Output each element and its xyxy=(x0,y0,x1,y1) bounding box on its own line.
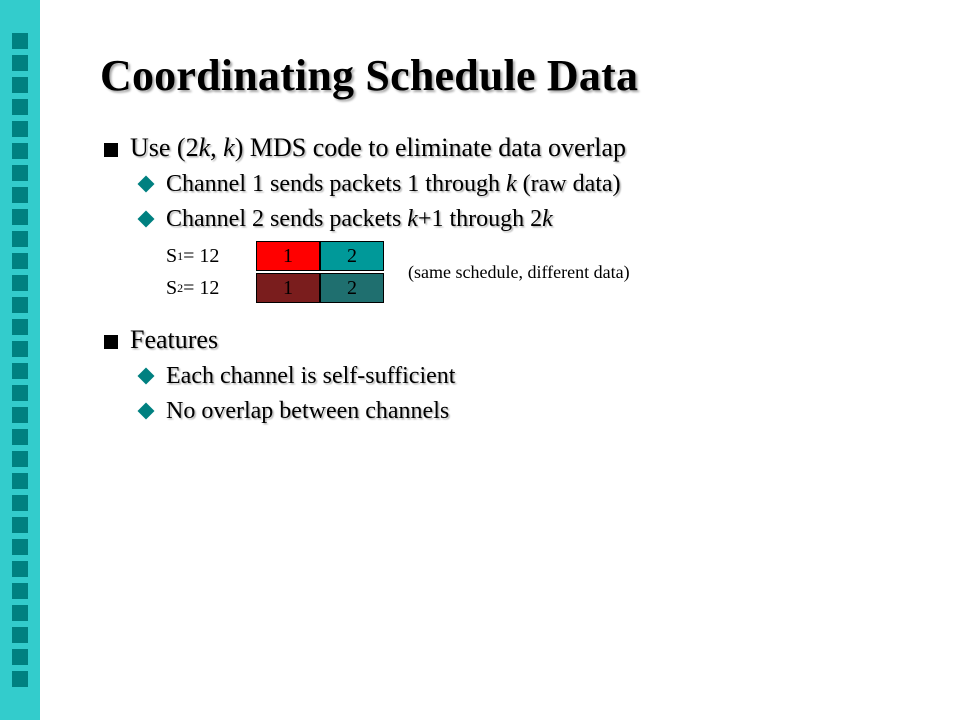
decorative-sidebar xyxy=(0,0,40,720)
sidebar-square xyxy=(12,627,28,643)
sidebar-square xyxy=(12,209,28,225)
sidebar-square xyxy=(12,187,28,203)
cell-s1-2: 2 xyxy=(320,241,384,271)
cell-s2-1: 1 xyxy=(256,273,320,303)
sidebar-square xyxy=(12,451,28,467)
sidebar-square xyxy=(12,495,28,511)
cell-s2-2: 2 xyxy=(320,273,384,303)
text: (raw data) xyxy=(517,171,621,197)
sidebar-square xyxy=(12,517,28,533)
sidebar-square xyxy=(12,385,28,401)
var-k: k xyxy=(407,206,418,232)
text: Features xyxy=(130,325,218,354)
sub-no-overlap: No overlap between channels xyxy=(138,398,920,425)
text: Use (2 xyxy=(130,133,199,162)
sidebar-square xyxy=(12,583,28,599)
sidebar-square xyxy=(12,165,28,181)
text: = 12 xyxy=(183,277,219,300)
sidebar-square xyxy=(12,407,28,423)
sidebar-square xyxy=(12,649,28,665)
sub-list: Each channel is self-sufficient No overl… xyxy=(138,363,920,425)
text: Channel 2 sends packets xyxy=(166,206,407,232)
sidebar-square xyxy=(12,253,28,269)
slide-body: Coordinating Schedule Data Use (2k, k) M… xyxy=(40,0,960,720)
var-k: k xyxy=(223,133,235,162)
s2-label: S2 = 12 xyxy=(166,273,256,303)
slide-title: Coordinating Schedule Data xyxy=(100,50,920,101)
text: S xyxy=(166,245,177,268)
sidebar-square xyxy=(12,143,28,159)
sidebar-square xyxy=(12,671,28,687)
sidebar-square xyxy=(12,429,28,445)
text: S xyxy=(166,277,177,300)
sidebar-square xyxy=(12,55,28,71)
sidebar-square xyxy=(12,99,28,115)
sub-list: Channel 1 sends packets 1 through k (raw… xyxy=(138,171,920,233)
bullet-features: Features Each channel is self-sufficient… xyxy=(100,325,920,425)
sidebar-square xyxy=(12,473,28,489)
text: ) MDS code to eliminate data overlap xyxy=(235,133,626,162)
schedule-diagram: S1 = 12 1 2 (same schedule, different da… xyxy=(166,241,920,303)
sidebar-square xyxy=(12,297,28,313)
diagram-note: (same schedule, different data) xyxy=(384,241,920,303)
cell-s1-1: 1 xyxy=(256,241,320,271)
var-k: k xyxy=(199,133,211,162)
sidebar-square xyxy=(12,319,28,335)
sidebar-square xyxy=(12,539,28,555)
text: +1 through 2 xyxy=(418,206,542,232)
sidebar-square xyxy=(12,341,28,357)
sidebar-square xyxy=(12,561,28,577)
var-k: k xyxy=(542,206,553,232)
var-k: k xyxy=(506,171,517,197)
sub-channel2: Channel 2 sends packets k+1 through 2k xyxy=(138,206,920,233)
sidebar-square xyxy=(12,33,28,49)
text: = 12 xyxy=(183,245,219,268)
text: Channel 1 sends packets 1 through xyxy=(166,171,506,197)
sidebar-square xyxy=(12,363,28,379)
sub-self-sufficient: Each channel is self-sufficient xyxy=(138,363,920,390)
sub-channel1: Channel 1 sends packets 1 through k (raw… xyxy=(138,171,920,198)
bullet-list: Use (2k, k) MDS code to eliminate data o… xyxy=(100,133,920,425)
sidebar-square xyxy=(12,275,28,291)
text: , xyxy=(210,133,223,162)
bullet-mds: Use (2k, k) MDS code to eliminate data o… xyxy=(100,133,920,303)
sidebar-square xyxy=(12,605,28,621)
sidebar-square xyxy=(12,231,28,247)
sidebar-square xyxy=(12,77,28,93)
s1-label: S1 = 12 xyxy=(166,241,256,271)
sidebar-square xyxy=(12,121,28,137)
